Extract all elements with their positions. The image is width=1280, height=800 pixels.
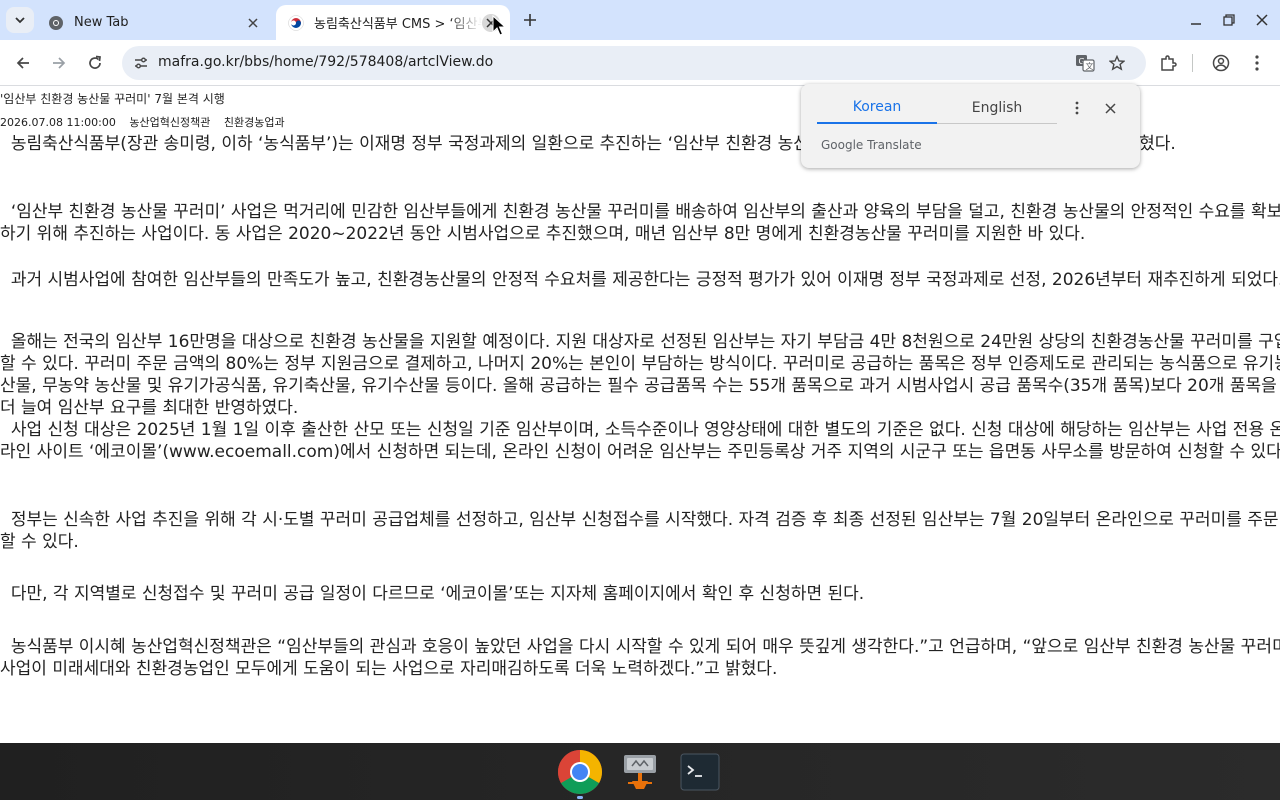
article-division: 친환경농업과 <box>223 116 285 129</box>
chrome-menu-button[interactable] <box>1243 49 1271 77</box>
plus-icon <box>524 14 536 26</box>
minimize-button[interactable] <box>1185 9 1207 31</box>
article-paragraph: 농식품부 이시혜 농산업혁신정책관은 “임산부들의 관심과 호응이 높았던 사업… <box>0 637 1280 679</box>
taskbar-terminal[interactable] <box>676 748 724 796</box>
translate-source-tab[interactable]: Korean <box>817 92 937 124</box>
url-text: mafra.go.kr/bbs/home/792/578408/artclVie… <box>158 54 494 70</box>
kebab-icon <box>1075 101 1079 115</box>
installer-icon <box>624 755 656 789</box>
article-paragraph: 정부는 신속한 사업 추진을 위해 각 시·도별 꾸러미 공급업체를 선정하고,… <box>0 510 1279 552</box>
arrow-right-icon <box>53 57 66 69</box>
svg-text:文: 文 <box>1086 61 1094 71</box>
puzzle-icon <box>1161 55 1177 71</box>
reload-button[interactable] <box>81 49 109 77</box>
bookmark-button[interactable] <box>1105 51 1129 75</box>
terminal-icon <box>680 753 720 791</box>
tab-search-button[interactable] <box>6 7 34 33</box>
korea-flag-icon <box>288 14 304 31</box>
close-icon <box>1256 14 1268 26</box>
close-icon <box>248 17 258 28</box>
minimize-icon <box>1191 23 1201 25</box>
page-content: '임산부 친환경 농산물 꾸러미' 7월 본격 시행 2026.07.08 11… <box>0 87 1280 743</box>
close-icon <box>1104 102 1116 114</box>
reload-icon <box>89 55 101 69</box>
translate-target-tab[interactable]: English <box>937 92 1057 124</box>
window-close-button[interactable] <box>1251 9 1273 31</box>
address-bar[interactable]: mafra.go.kr/bbs/home/792/578408/artclVie… <box>122 46 1146 80</box>
kebab-icon <box>1255 55 1259 71</box>
article-title: '임산부 친환경 농산물 꾸러미' 7월 본격 시행 <box>0 92 225 106</box>
tab-close-button[interactable] <box>244 14 262 32</box>
article-date: 2026.07.08 11:00:00 <box>0 116 116 129</box>
restore-button[interactable] <box>1218 9 1240 31</box>
forward-button[interactable] <box>45 49 73 77</box>
account-icon <box>1212 54 1230 72</box>
profile-button[interactable] <box>1207 49 1235 77</box>
article-meta: 2026.07.08 11:00:00 농산업혁신정책관 친환경농업과 <box>0 114 295 130</box>
extensions-button[interactable] <box>1154 49 1182 77</box>
article-department: 농산업혁신정책관 <box>129 116 211 129</box>
toolbar-separator <box>1192 54 1193 72</box>
chrome-icon <box>558 750 602 794</box>
article-paragraph: 다만, 각 지역별로 신청접수 및 꾸러미 공급 일정이 다르므로 ‘에코이몰’… <box>0 584 865 604</box>
tab-strip: New Tab 농림축산식품부 CMS > ‘임산부 친환경 농산물 꾸러미’ … <box>0 0 1280 40</box>
chrome-icon <box>49 15 63 30</box>
tab-mafra-cms[interactable]: 농림축산식품부 CMS > ‘임산부 친환경 농산물 꾸러미’ 7월 본격 시행 <box>276 5 510 40</box>
star-icon <box>1109 55 1125 71</box>
article-paragraph: ‘임산부 친환경 농산물 꾸러미’ 사업은 먹거리에 민감한 임산부들에게 친환… <box>0 202 1280 244</box>
new-tab-button[interactable] <box>518 8 542 32</box>
taskbar <box>0 743 1280 800</box>
translate-close-button[interactable] <box>1098 96 1122 120</box>
tab-new-tab[interactable]: New Tab <box>36 5 272 40</box>
translate-popup: Korean English Google Translate <box>801 84 1140 168</box>
translate-button[interactable]: G文 <box>1073 51 1097 75</box>
article-paragraph: 과거 시범사업에 참여한 임산부들의 만족도가 높고, 친환경농산물의 안정적 … <box>0 270 1280 290</box>
site-info-button[interactable] <box>128 50 154 76</box>
taskbar-chrome[interactable] <box>556 748 604 796</box>
active-app-indicator <box>577 796 583 799</box>
mouse-cursor-icon <box>492 15 506 36</box>
translate-icon: G文 <box>1076 55 1095 72</box>
translate-options-button[interactable] <box>1065 96 1089 120</box>
chevron-down-icon <box>15 17 25 24</box>
google-translate-brand: Google Translate <box>821 138 922 152</box>
back-button[interactable] <box>9 49 37 77</box>
article-paragraph: 올해는 전국의 임산부 16만명을 대상으로 친환경 농산물을 지원할 예정이다… <box>0 332 1280 462</box>
taskbar-installer[interactable] <box>616 748 664 796</box>
restore-icon <box>1223 14 1235 26</box>
tab-title: New Tab <box>74 15 129 30</box>
browser-toolbar: mafra.go.kr/bbs/home/792/578408/artclVie… <box>0 40 1280 86</box>
tune-icon <box>135 57 147 69</box>
tab-title: 농림축산식품부 CMS > ‘임산부 친환경 농산물 꾸러미’ 7월 본격 시행 <box>314 17 482 32</box>
arrow-left-icon <box>16 57 29 69</box>
